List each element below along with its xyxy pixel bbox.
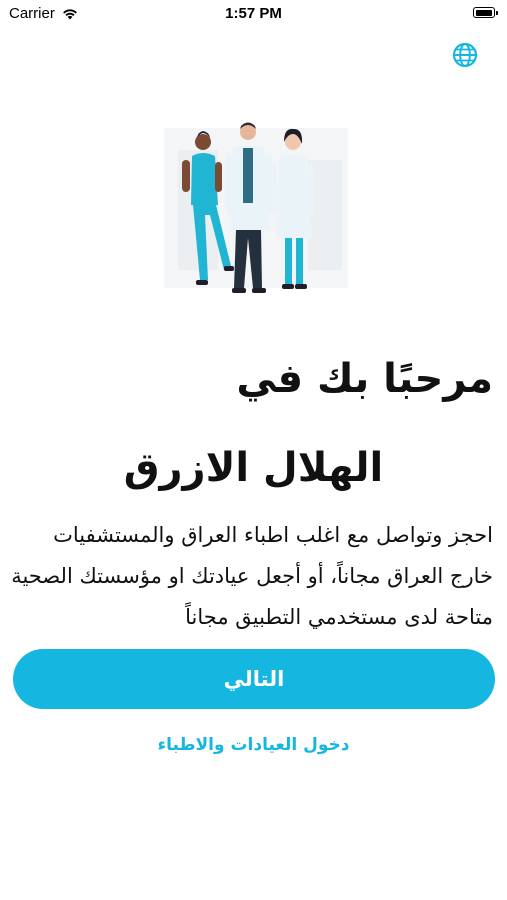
welcome-title: مرحبًا بك في: [236, 356, 493, 402]
globe-icon[interactable]: [452, 42, 478, 68]
brand-name: الهلال الازرق: [123, 445, 384, 491]
welcome-description: احجز وتواصل مع اغلب اطباء العراق والمستش…: [11, 523, 493, 629]
doctors-illustration: [164, 122, 348, 293]
status-time: 1:57 PM: [225, 5, 282, 22]
battery-icon: [473, 7, 498, 18]
status-bar: Carrier 1:57 PM: [0, 0, 507, 30]
next-button[interactable]: التالي: [13, 649, 495, 709]
clinics-login-link[interactable]: دخول العيادات والاطباء: [0, 735, 507, 755]
